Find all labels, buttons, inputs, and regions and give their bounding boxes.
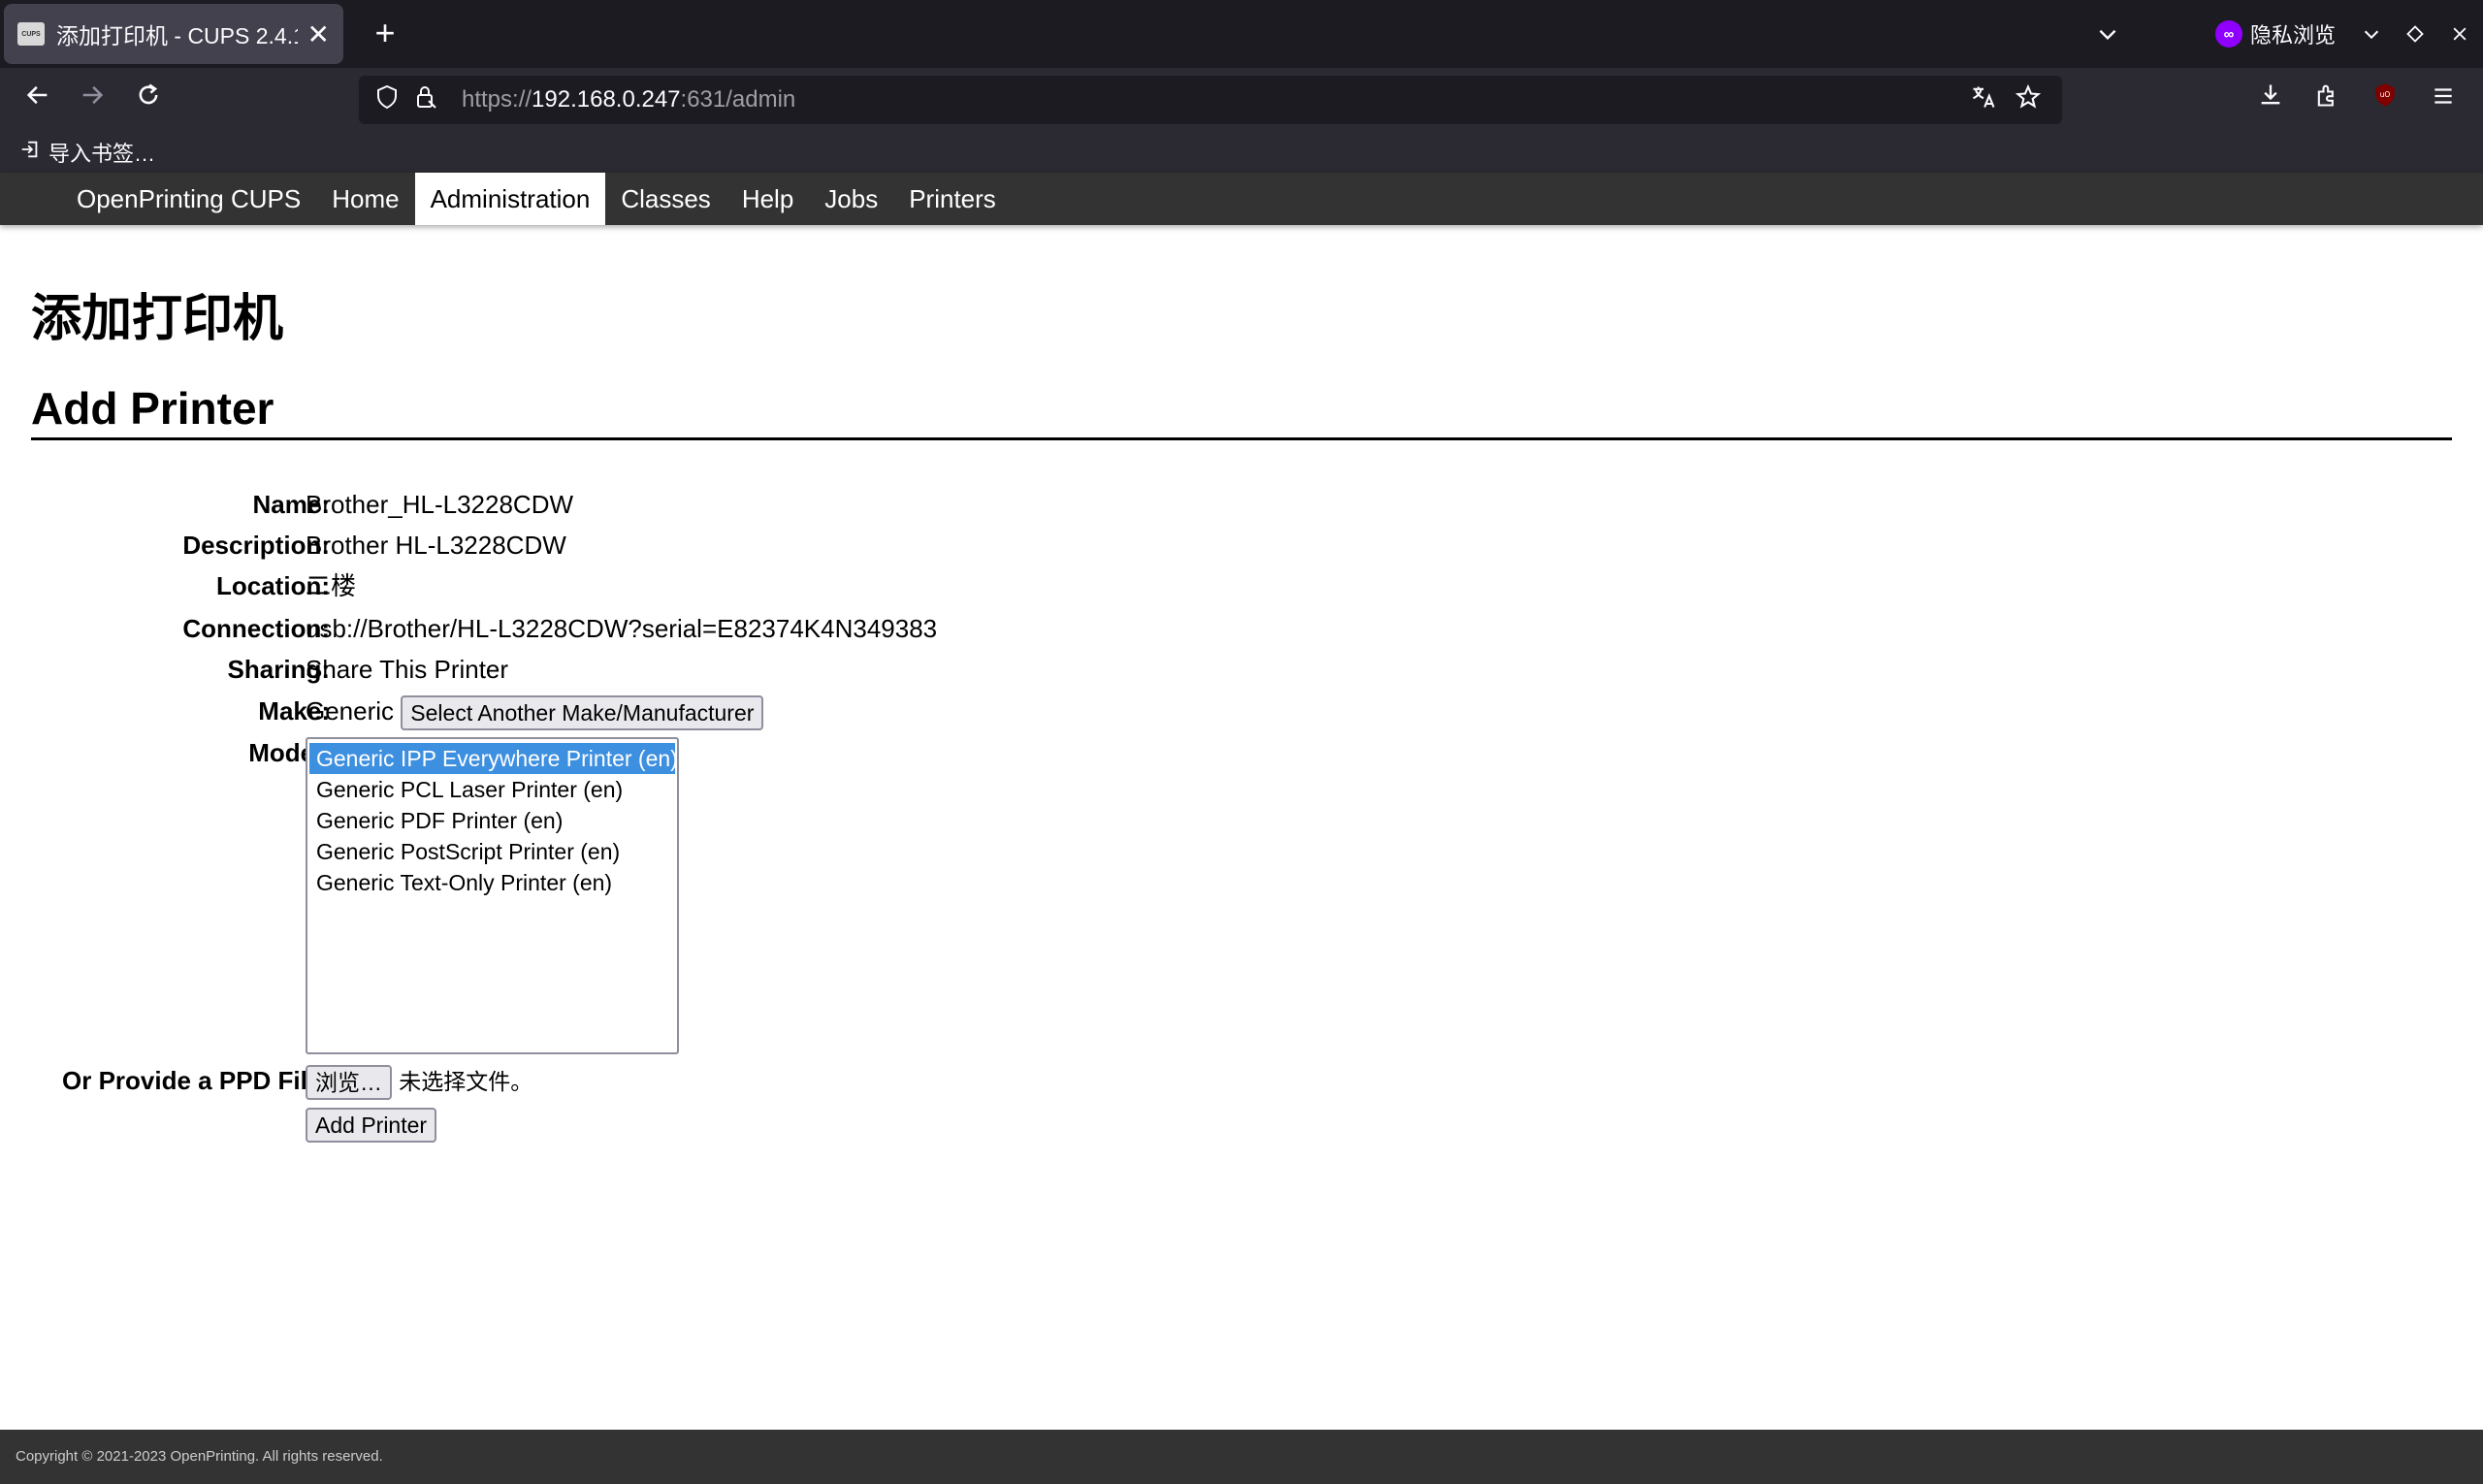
reload-icon[interactable] [126, 78, 171, 122]
location-value: 二楼 [306, 571, 357, 600]
submit-row: Add Printer [31, 1104, 2452, 1144]
url-host: 192.168.0.247 [532, 86, 681, 113]
svg-text:uO: uO [2380, 90, 2391, 99]
forward-arrow-icon[interactable] [70, 78, 114, 122]
new-tab-button[interactable]: + [365, 14, 405, 54]
url-path: :631/admin [680, 86, 796, 113]
translate-icon[interactable] [1961, 83, 2006, 117]
nav-home[interactable]: Home [316, 173, 414, 225]
private-mask-icon: ∞ [2215, 20, 2242, 48]
import-bookmarks-link[interactable]: 导入书签… [48, 137, 155, 168]
name-row: Name: Brother_HL-L3228CDW [31, 485, 2452, 524]
browser-navbar: https://192.168.0.247:631/admin uO [0, 68, 2483, 132]
make-value-group: Generic Select Another Make/Manufacturer [306, 692, 764, 731]
sharing-value: Share This Printer [306, 655, 509, 684]
select-another-make-button[interactable]: Select Another Make/Manufacturer [401, 695, 764, 731]
title-divider [31, 437, 2452, 440]
page-title-zh: 添加打印机 [31, 291, 284, 347]
nav-jobs[interactable]: Jobs [809, 173, 893, 225]
nav-administration[interactable]: Administration [414, 173, 606, 225]
app-menu-hamburger-icon[interactable] [2421, 78, 2466, 122]
make-row: Make: Generic Select Another Make/Manufa… [31, 692, 2452, 731]
connection-row: Connection: usb://Brother/HL-L3228CDW?se… [31, 609, 2452, 648]
model-option[interactable]: Generic IPP Everywhere Printer (en) [309, 743, 678, 774]
cups-favicon-icon: CUPS [17, 22, 45, 46]
private-browsing-indicator: ∞ 隐私浏览 [2215, 0, 2336, 68]
url-text[interactable]: https://192.168.0.247:631/admin [462, 86, 1961, 113]
sharing-row: Sharing: Share This Printer [31, 650, 2452, 689]
no-file-selected-text: 未选择文件。 [399, 1069, 533, 1094]
browser-tabstrip: CUPS 添加打印机 - CUPS 2.4.11 ✕ + ∞ 隐私浏览 [0, 0, 2483, 68]
model-option[interactable]: Generic PostScript Printer (en) [309, 836, 675, 867]
bookmark-star-icon[interactable] [2006, 83, 2050, 117]
submit-container: Add Printer [306, 1104, 437, 1144]
model-option[interactable]: Generic Text-Only Printer (en) [309, 867, 675, 898]
description-row: Description: Brother HL-L3228CDW [31, 526, 2452, 565]
connection-value: usb://Brother/HL-L3228CDW?serial=E82374K… [306, 614, 938, 643]
tab-close-icon[interactable]: ✕ [307, 18, 330, 50]
browse-file-button[interactable]: 浏览… [306, 1065, 392, 1101]
name-value: Brother_HL-L3228CDW [306, 490, 574, 519]
location-row: Location: 二楼 [31, 566, 2452, 605]
make-value: Generic [306, 696, 395, 726]
import-bookmarks-icon [19, 139, 41, 166]
ppd-file-input: 浏览… 未选择文件。 [306, 1061, 532, 1101]
tracking-protection-shield-icon[interactable] [371, 84, 403, 116]
nav-help[interactable]: Help [726, 173, 809, 225]
window-minimize-dropdown-icon[interactable] [2361, 0, 2382, 68]
nav-classes[interactable]: Classes [605, 173, 726, 225]
url-bar[interactable]: https://192.168.0.247:631/admin [359, 76, 2062, 124]
extensions-icon[interactable] [2305, 78, 2349, 122]
add-printer-button[interactable]: Add Printer [306, 1108, 437, 1144]
ublock-origin-icon[interactable]: uO [2363, 78, 2407, 122]
ppd-file-label: Or Provide a PPD File: [62, 1066, 330, 1095]
ppd-file-row: Or Provide a PPD File: 浏览… 未选择文件。 [31, 1061, 2452, 1101]
lock-warning-icon[interactable] [409, 84, 442, 116]
page-footer: Copyright © 2021-2023 OpenPrinting. All … [0, 1430, 2483, 1484]
nav-openprinting-cups[interactable]: OpenPrinting CUPS [61, 173, 316, 225]
bookmarks-toolbar: 导入书签… [0, 132, 2483, 173]
cups-header: OpenPrinting CUPS Home Administration Cl… [0, 173, 2483, 225]
cups-nav: OpenPrinting CUPS Home Administration Cl… [61, 173, 1012, 225]
description-value: Brother HL-L3228CDW [306, 531, 566, 560]
list-all-tabs-icon[interactable] [2095, 0, 2120, 68]
downloads-icon[interactable] [2248, 78, 2293, 122]
window-close-icon[interactable] [2450, 0, 2469, 68]
tab-title: 添加打印机 - CUPS 2.4.11 [56, 23, 298, 48]
page-title: Add Printer [31, 383, 274, 434]
url-scheme: https:// [462, 86, 532, 113]
model-select-list[interactable]: Generic IPP Everywhere Printer (en) Gene… [306, 737, 679, 1054]
model-option[interactable]: Generic PCL Laser Printer (en) [309, 774, 675, 805]
window-restore-icon[interactable] [2405, 0, 2425, 68]
private-browsing-label: 隐私浏览 [2250, 23, 2337, 48]
nav-printers[interactable]: Printers [893, 173, 1012, 225]
back-arrow-icon[interactable] [16, 78, 60, 122]
model-option[interactable]: Generic PDF Printer (en) [309, 805, 675, 836]
browser-tab[interactable]: CUPS 添加打印机 - CUPS 2.4.11 ✕ [4, 4, 343, 64]
